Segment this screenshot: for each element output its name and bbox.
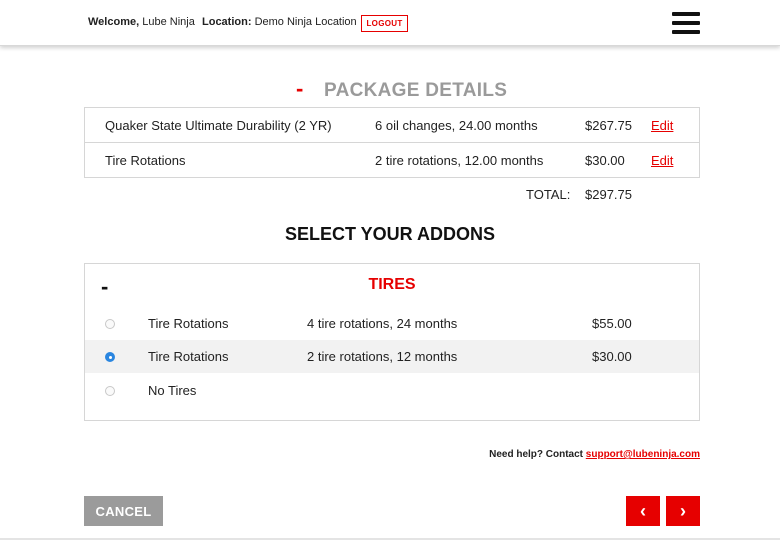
package-details-title: PACKAGE DETAILS	[324, 80, 508, 101]
package-collapse-toggle[interactable]: -	[296, 76, 303, 102]
package-item-name: Tire Rotations	[105, 153, 186, 168]
radio-button[interactable]	[105, 319, 115, 329]
package-item-price: $267.75	[585, 118, 632, 133]
package-table: Quaker State Ultimate Durability (2 YR) …	[84, 107, 700, 178]
addon-option-price: $55.00	[592, 316, 632, 331]
addon-collapse-toggle[interactable]: -	[101, 274, 108, 300]
package-row: Tire Rotations 2 tire rotations, 12.00 m…	[85, 143, 699, 178]
edit-link[interactable]: Edit	[651, 118, 673, 133]
hamburger-menu-icon[interactable]	[672, 12, 700, 34]
support-email-link[interactable]: support@lubeninja.com	[586, 449, 700, 460]
addon-option-desc: 2 tire rotations, 12 months	[307, 349, 458, 364]
previous-button[interactable]: ‹	[626, 496, 660, 526]
welcome-label: Welcome,	[88, 16, 140, 28]
addon-option-desc: 4 tire rotations, 24 months	[307, 316, 458, 331]
addon-option[interactable]: Tire Rotations 4 tire rotations, 24 mont…	[85, 307, 699, 340]
total-label: TOTAL:	[526, 187, 571, 202]
welcome-text: Welcome, Lube Ninja	[88, 16, 195, 28]
package-item-desc: 6 oil changes, 24.00 months	[375, 118, 538, 133]
radio-button[interactable]	[105, 386, 115, 396]
addon-option-selected[interactable]: Tire Rotations 2 tire rotations, 12 mont…	[85, 340, 699, 373]
total-value: $297.75	[585, 187, 632, 202]
addons-title: SELECT YOUR ADDONS	[284, 224, 496, 244]
addon-option-name: No Tires	[148, 383, 197, 398]
package-item-desc: 2 tire rotations, 12.00 months	[375, 153, 544, 168]
location-label: Location:	[202, 16, 252, 28]
logout-button[interactable]: LOGOUT	[361, 15, 408, 32]
addon-option-name: Tire Rotations	[148, 349, 229, 364]
addon-category-panel: TIRES - Tire Rotations 4 tire rotations,…	[84, 263, 700, 421]
location-name: Demo Ninja Location	[254, 16, 357, 28]
package-item-name: Quaker State Ultimate Durability (2 YR)	[105, 118, 332, 133]
location-text: Location: Demo Ninja Location	[202, 16, 357, 28]
user-name: Lube Ninja	[142, 16, 195, 28]
help-text: Need help? Contact support@lubeninja.com	[380, 449, 700, 460]
cancel-button[interactable]: CANCEL	[84, 496, 163, 526]
next-button[interactable]: ›	[666, 496, 700, 526]
help-label: Need help? Contact	[489, 449, 584, 460]
package-row: Quaker State Ultimate Durability (2 YR) …	[85, 108, 699, 143]
top-bar: Welcome, Lube Ninja Location: Demo Ninja…	[0, 0, 780, 46]
package-item-price: $30.00	[585, 153, 625, 168]
edit-link[interactable]: Edit	[651, 153, 673, 168]
addon-option-price: $30.00	[592, 349, 632, 364]
addon-option[interactable]: No Tires	[85, 374, 699, 407]
addon-option-name: Tire Rotations	[148, 316, 229, 331]
radio-button-checked[interactable]	[105, 352, 115, 362]
addon-category-title: TIRES	[368, 276, 416, 293]
